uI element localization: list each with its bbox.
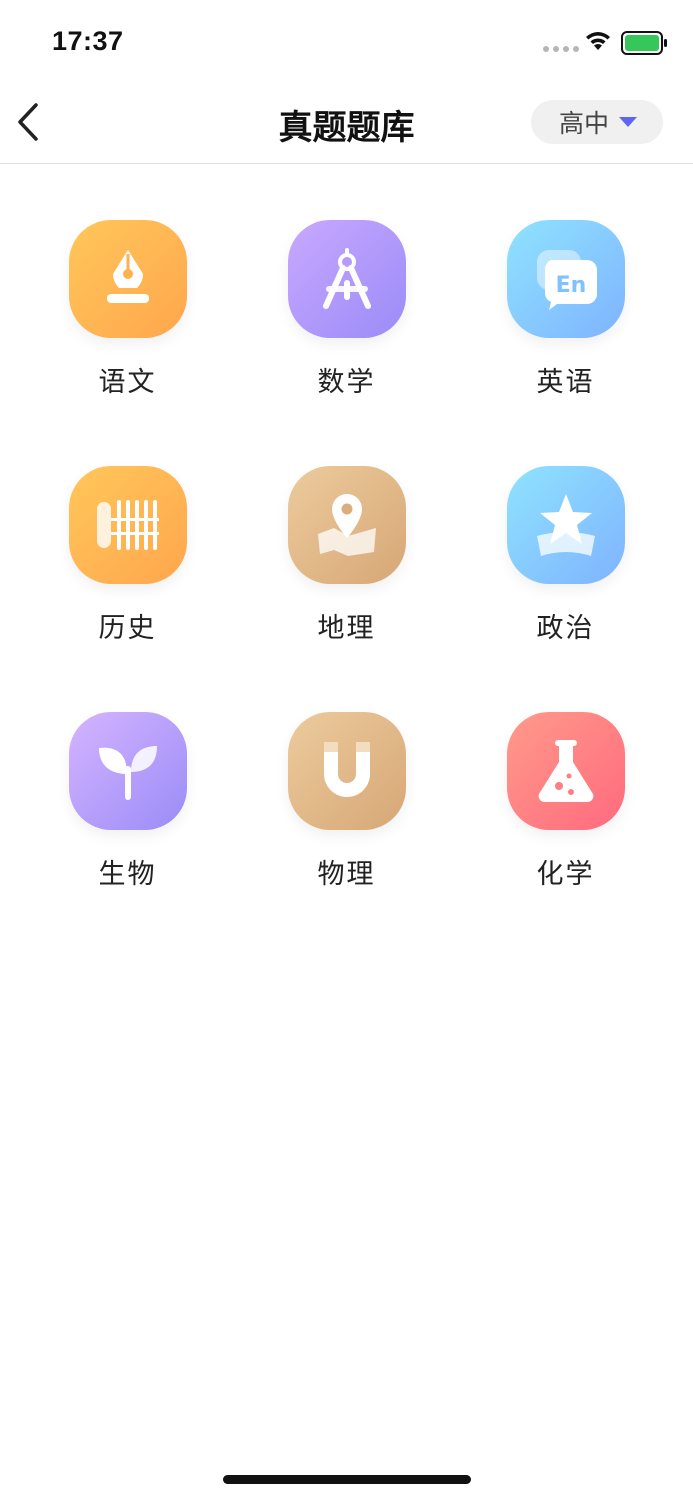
magnet-icon — [323, 742, 370, 797]
pen-nib-icon — [106, 250, 149, 303]
subject-icon-bg — [68, 712, 187, 830]
status-bar: 17:37 — [0, 0, 693, 80]
scroll-icon — [96, 500, 159, 550]
subject-icon-bg: En — [506, 220, 625, 338]
subject-politics[interactable]: 政治 — [456, 466, 675, 656]
subject-icon-bg — [68, 220, 187, 338]
wifi-icon — [586, 32, 610, 50]
subject-label: 数学 — [317, 367, 376, 398]
subject-icon-bg — [287, 466, 406, 584]
subject-icon-bg — [68, 466, 187, 584]
subject-grid: 语文 数学 En 英语 历史 地理 政治 生物 物理 化学 — [18, 220, 675, 902]
english-bubble-icon: En — [536, 250, 597, 310]
star-icon — [536, 494, 595, 556]
nav-bar: 真题题库 高中 — [0, 80, 693, 164]
subject-icon-bg — [506, 466, 625, 584]
subject-icon-bg — [287, 712, 406, 830]
subject-label: 化学 — [536, 859, 595, 890]
cellular-signal-icon — [543, 46, 579, 52]
subject-label: 政治 — [536, 613, 595, 644]
battery-icon — [621, 31, 667, 55]
subject-history[interactable]: 历史 — [18, 466, 237, 656]
subject-icon-bg — [287, 220, 406, 338]
subject-label: 英语 — [536, 367, 595, 398]
subject-chemistry[interactable]: 化学 — [456, 712, 675, 902]
subject-label: 语文 — [98, 367, 157, 398]
subject-icon-bg — [506, 712, 625, 830]
svg-text:En: En — [555, 273, 586, 298]
subject-label: 地理 — [317, 613, 376, 644]
subject-physics[interactable]: 物理 — [237, 712, 456, 902]
subject-geography[interactable]: 地理 — [237, 466, 456, 656]
caret-down-icon — [619, 117, 638, 127]
sprout-icon — [98, 746, 157, 800]
subject-label: 历史 — [98, 613, 157, 644]
status-time: 17:37 — [52, 26, 124, 56]
home-indicator — [223, 1475, 471, 1484]
subject-label: 物理 — [317, 859, 376, 890]
subject-english[interactable]: En 英语 — [456, 220, 675, 410]
level-select[interactable]: 高中 — [531, 100, 663, 144]
subject-biology[interactable]: 生物 — [18, 712, 237, 902]
level-select-label: 高中 — [559, 109, 610, 138]
subject-label: 生物 — [98, 859, 157, 890]
subject-math[interactable]: 数学 — [237, 220, 456, 410]
map-pin-icon — [317, 494, 376, 556]
compass-icon — [322, 248, 371, 309]
flask-icon — [538, 740, 593, 802]
subject-chinese[interactable]: 语文 — [18, 220, 237, 410]
